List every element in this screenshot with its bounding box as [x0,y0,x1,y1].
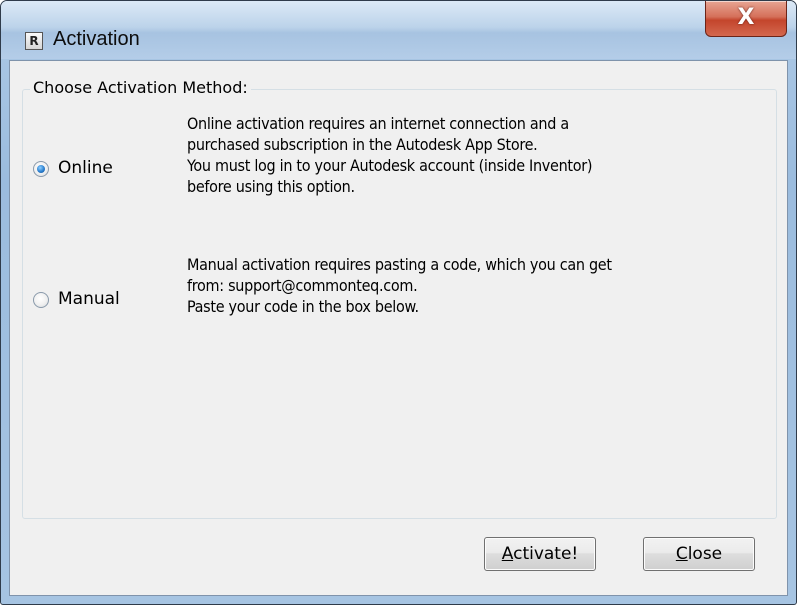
online-description-line: Online activation requires an internet c… [187,114,569,133]
online-radio-label[interactable]: Online [58,157,113,179]
manual-description-line: from: support@commonteq.com. [187,276,418,295]
online-description: Online activation requires an internet c… [187,113,787,197]
activate-mnemonic: A [501,544,514,564]
manual-radio[interactable] [33,292,49,308]
app-r-icon: R [25,32,43,50]
close-button[interactable]: Close [643,537,755,571]
online-description-line: purchased subscription in the Autodesk A… [187,135,538,154]
manual-description-line: Paste your code in the box below. [187,297,419,316]
close-mnemonic: C [675,544,688,564]
online-description-line: You must log in to your Autodesk account… [187,156,593,175]
manual-radio-label[interactable]: Manual [58,288,120,310]
group-legend: Choose Activation Method: [30,77,251,99]
manual-description-line: Manual activation requires pasting a cod… [187,255,612,274]
title-bar[interactable]: R Activation [1,1,796,59]
activate-label: ctivate! [513,544,579,564]
online-radio[interactable] [33,161,49,177]
manual-description: Manual activation requires pasting a cod… [187,254,787,317]
window-title: Activation [53,28,140,50]
close-icon: X [737,5,755,30]
activation-dialog: R Activation X Choose Activation Method:… [0,0,797,605]
online-description-line: before using this option. [187,177,355,196]
activate-button[interactable]: Activate! [484,537,596,571]
dialog-body: Choose Activation Method: Online Online … [9,60,788,596]
window-close-button[interactable]: X [705,1,787,37]
close-label: lose [687,544,723,564]
